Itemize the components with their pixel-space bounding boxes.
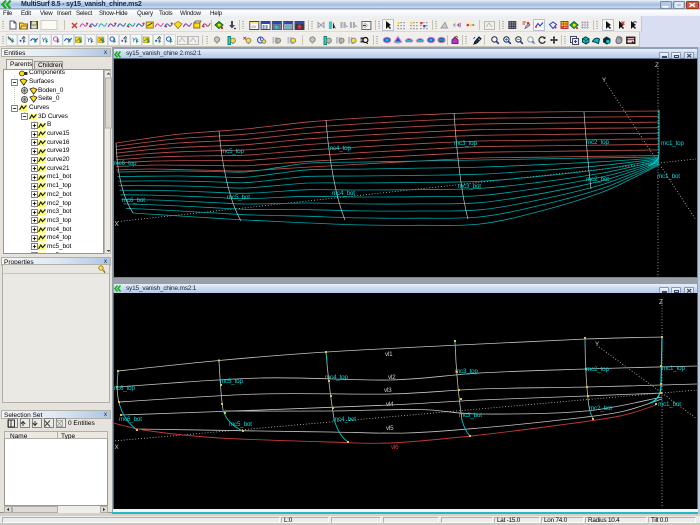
svg-text:mc3_bot: mc3_bot [458, 183, 481, 190]
svg-text:vl2: vl2 [388, 374, 396, 381]
svg-text:mc6_top: mc6_top [114, 160, 137, 167]
svg-text:mc1_top: mc1_top [661, 140, 684, 147]
svg-text:vl6: vl6 [391, 444, 399, 451]
svg-text:mc2_bot: mc2_bot [586, 176, 609, 183]
svg-text:mc4_bot: mc4_bot [332, 190, 355, 197]
svg-text:X: X [115, 444, 120, 451]
svg-text:mc5_bot: mc5_bot [227, 194, 250, 201]
svg-text:mc6_bot: mc6_bot [119, 416, 142, 423]
svg-text:mc5_bot: mc5_bot [229, 421, 252, 428]
svg-text:mc1_bot: mc1_bot [657, 173, 680, 180]
svg-text:mc1_bot: mc1_bot [658, 401, 681, 408]
svg-text:⎆: ⎆ [363, 23, 368, 30]
svg-text:vl5: vl5 [386, 425, 394, 432]
svg-text:¼: ¼ [8, 36, 12, 41]
svg-text:mc5_top: mc5_top [220, 378, 243, 385]
svg-text:mc4_bot: mc4_bot [333, 416, 356, 423]
svg-text:mc4_top: mc4_top [328, 145, 351, 152]
svg-text:vl1: vl1 [385, 351, 393, 358]
svg-text:mc1_top: mc1_top [662, 365, 685, 372]
svg-text:mc3_top: mc3_top [455, 368, 478, 375]
svg-text:vl4: vl4 [386, 401, 394, 408]
svg-text:X: X [115, 221, 120, 228]
svg-text:mc4_top: mc4_top [325, 374, 348, 381]
svg-text:Z: Z [655, 62, 659, 69]
svg-text:mc2_top: mc2_top [586, 139, 609, 146]
svg-text:Z: Z [659, 299, 663, 306]
svg-text:mc6_bot: mc6_bot [122, 197, 145, 204]
svg-text:mc3_bot: mc3_bot [459, 412, 482, 419]
svg-text:mc2_top: mc2_top [586, 366, 609, 373]
svg-text:mc5_top: mc5_top [221, 148, 244, 155]
svg-text:mc2_bot: mc2_bot [589, 405, 612, 412]
svg-text:mc3_top: mc3_top [454, 140, 477, 147]
svg-text:mc6_top: mc6_top [114, 385, 135, 392]
svg-text:vl3: vl3 [384, 387, 392, 394]
